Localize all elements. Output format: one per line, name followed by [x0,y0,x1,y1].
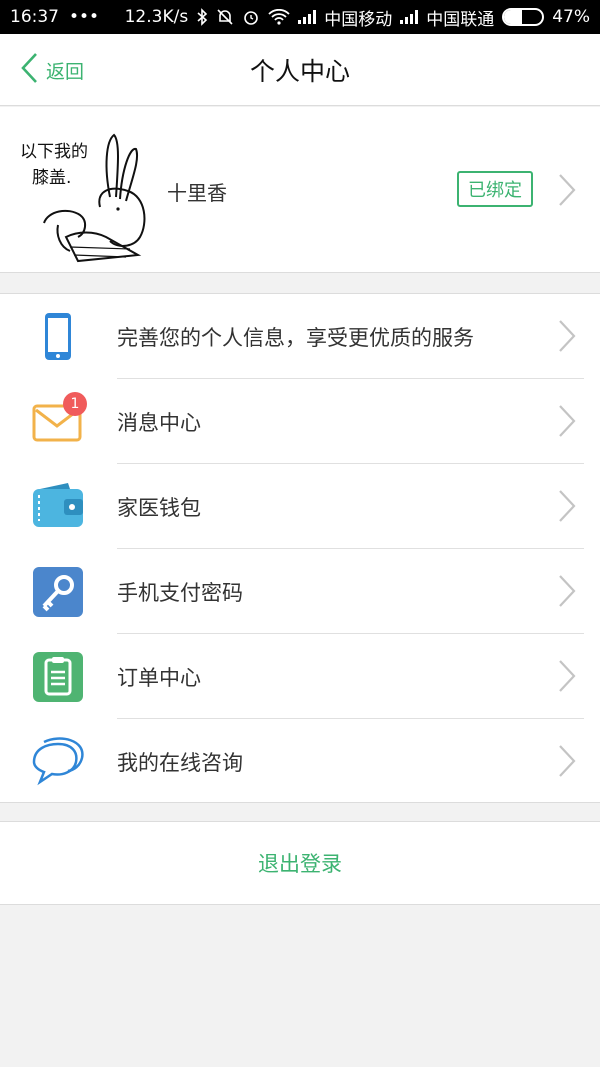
mute-bell-icon [216,8,234,26]
menu-item-label: 家医钱包 [117,495,201,520]
menu-item-payment-password[interactable]: 手机支付密码 [0,549,600,634]
status-dots: ••• [69,7,100,27]
menu-item-profile-info[interactable]: 完善您的个人信息，享受更优质的服务 [0,294,600,379]
menu-item-online-consultation[interactable]: 我的在线咨询 [0,719,600,804]
menu-list: 完善您的个人信息，享受更优质的服务 1 消息中心 家医钱包 手机支付密码 订单中… [0,293,600,803]
menu-item-wallet[interactable]: 家医钱包 [0,464,600,549]
chevron-right-icon [557,319,577,353]
status-time: 16:37 [10,7,59,27]
chevron-right-icon [557,404,577,438]
menu-item-label: 我的在线咨询 [117,750,243,775]
logout-button[interactable]: 退出登录 [0,821,600,905]
chevron-right-icon [557,489,577,523]
key-icon [30,566,86,618]
menu-item-messages[interactable]: 1 消息中心 [0,379,600,464]
avatar[interactable]: 以下我的 膝盖. [18,127,148,263]
back-chevron-icon [20,52,38,88]
phone-icon [30,311,86,363]
bluetooth-icon [196,8,208,26]
status-bar: 16:37 ••• 12.3K/s 中国移动 中国联通 47% [0,0,600,34]
menu-item-label: 消息中心 [117,410,201,435]
avatar-text-1: 以下我的 [20,142,88,162]
chevron-right-icon [557,574,577,608]
carrier-1: 中国移动 [324,9,393,30]
alarm-icon [242,8,260,26]
unread-count-badge: 1 [63,392,87,416]
chevron-right-icon [557,659,577,693]
page-title: 个人中心 [249,57,350,86]
profile-card[interactable]: 以下我的 膝盖. 十里香 已绑定 [0,107,600,273]
chat-bubbles-icon [30,736,86,788]
network-speed: 12.3K/s [124,7,189,27]
back-button[interactable]: 返回 [20,52,84,88]
nav-header: 返回 个人中心 [0,34,600,106]
menu-item-label: 手机支付密码 [117,580,243,605]
bound-status-badge: 已绑定 [457,171,533,207]
avatar-text-2: 膝盖. [32,168,71,188]
signal-icon [298,10,317,24]
signal-icon-2 [400,10,419,24]
menu-item-label: 完善您的个人信息，享受更优质的服务 [117,325,474,350]
wifi-icon [268,9,290,25]
carrier-2: 中国联通 [426,9,495,30]
battery-icon [502,8,545,26]
wallet-icon [30,481,86,533]
chevron-right-icon [557,744,577,778]
battery-percent: 47% [552,7,590,27]
profile-nickname: 十里香 [167,181,227,205]
menu-item-label: 订单中心 [117,665,201,690]
clipboard-icon [30,651,86,703]
menu-item-orders[interactable]: 订单中心 [0,634,600,719]
back-label: 返回 [46,60,85,83]
chevron-right-icon [557,173,577,207]
